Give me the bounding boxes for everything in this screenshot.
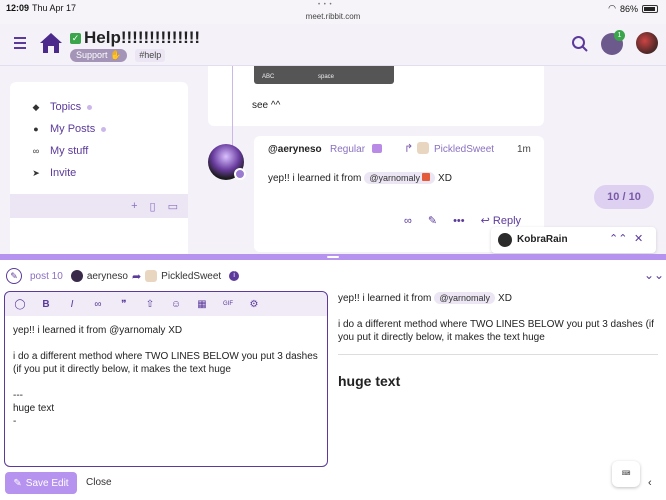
chat-avatar [498,233,512,247]
mention-link[interactable]: @yarnomaly [364,172,436,184]
pencil-icon: ✎ [13,477,22,489]
heart-flair-icon [372,144,382,153]
status-bar: 12:09 Thu Apr 17 • • • meet.ribbit.com ◠… [0,0,666,24]
expand-icon[interactable]: ⌃⌃ [609,232,627,245]
post-number[interactable]: post 10 [30,271,63,282]
reply-to-arrow-icon: ↱ [404,143,414,155]
link-icon[interactable]: ∞ [91,299,105,310]
battery-percent: 86% [619,3,638,14]
user-icon: ● [33,124,39,134]
chat-badge: 1 [614,30,625,41]
composer-context: ✎ post 10 aeryneso ➦ PickledSweet i [6,268,240,284]
user-avatar[interactable] [636,32,658,54]
sidebar-footer: + ▯ ▭ [10,194,188,218]
preview-pane: yep!! i learned it from @yarnomaly XD i … [338,292,658,389]
pencil-icon: ✎ [6,268,22,284]
reply-arrow-icon: ➦ [131,270,142,283]
chat-name: KobraRain [517,234,568,245]
post-body: yep!! i learned it from @yarnomaly XD [268,172,452,184]
reply-to-user[interactable]: PickledSweet [434,144,494,155]
preview-heading: huge text [338,373,401,389]
more-icon[interactable]: ••• [453,215,465,227]
gear-icon[interactable]: ⚙ [247,299,261,310]
topic-title-area: ✓ Help!!!!!!!!!!!!!! Support ✋ #help [70,28,200,62]
quote-icon[interactable]: ❞ [117,299,131,310]
site-header: ✓ Help!!!!!!!!!!!!!! Support ✋ #help 1 [0,24,666,66]
grip-handle[interactable] [327,256,339,258]
reply-name: PickledSweet [161,270,222,282]
post-username[interactable]: @aeryneso [268,144,322,155]
upload-icon[interactable]: ⇧ [143,299,157,310]
toggle-preview-icon[interactable]: ◯ [13,299,27,310]
keyboard-icon[interactable]: ▭ [168,200,178,213]
keyboard-toggle-button[interactable]: ⌨ [612,461,640,487]
battery-icon [642,4,658,13]
preview-mention[interactable]: @yarnomaly [434,292,496,304]
timeline-line [232,66,233,146]
editor-toolbar: ◯ B I ∞ ❞ ⇧ ☺ ▦ GIF ⚙ [5,292,327,316]
category-badge[interactable]: Support ✋ [70,49,128,62]
link-icon: ∞ [32,146,40,156]
url-bar[interactable]: meet.ribbit.com [0,12,666,21]
reply-avatar [145,270,158,282]
sidebar-item-my-posts[interactable]: ● My Posts [10,118,188,140]
composer: ✎ post 10 aeryneso ➦ PickledSweet i ⌄⌄ ◯… [0,254,666,500]
reply-button[interactable]: ↩ Reply [481,214,521,227]
wifi-icon: ◠ [608,3,616,13]
editor: ◯ B I ∞ ❞ ⇧ ☺ ▦ GIF ⚙ yep!! i learned it… [4,291,328,467]
previous-post: ABC space see ^^ [208,66,544,126]
chat-drawer-pill[interactable]: KobraRain ⌃⌃ ✕ [491,227,656,253]
send-icon: ➤ [32,167,40,178]
preview-divider [338,354,658,355]
bold-icon[interactable]: B [39,299,53,310]
author-avatar [70,270,83,282]
avatar-flair-icon [234,168,246,180]
topic-tag[interactable]: #help [135,49,166,62]
layers-icon: ◆ [32,101,40,112]
multitask-dots[interactable]: • • • [318,2,333,8]
unread-dot [87,104,93,110]
sidebar: ◆ Topics ● My Posts ∞ My stuff ➤ Invite … [10,82,188,262]
calendar-icon[interactable]: ▦ [195,299,209,310]
solved-check-icon: ✓ [70,32,81,44]
post-image[interactable]: ABC space [254,66,394,84]
save-edit-button[interactable]: ✎ Save Edit [5,472,77,494]
gift-icon [422,173,431,181]
composer-resize-bar[interactable] [0,254,666,260]
preview-paragraph: i do a different method where TWO LINES … [338,319,654,343]
info-icon[interactable]: i [229,271,240,281]
author-name: aeryneso [86,270,128,282]
sidebar-item-my-stuff[interactable]: ∞ My stuff [10,140,188,162]
close-icon[interactable]: ✕ [634,232,643,245]
sidebar-item-invite[interactable]: ➤ Invite [10,162,188,184]
emoji-icon[interactable]: ☺ [169,299,183,310]
home-icon[interactable] [38,31,64,55]
search-icon[interactable] [571,35,589,53]
chevron-icon[interactable]: ‹ [648,477,652,489]
preview-line: yep!! i learned it from @yarnomaly XD [338,292,512,304]
italic-icon[interactable]: I [65,299,79,310]
edit-pencil-icon[interactable]: ✎ [428,214,437,227]
gif-icon[interactable]: GIF [221,301,235,307]
post-actions: ∞ ✎ ••• ↩ Reply [404,214,521,228]
post-text: see ^^ [252,100,281,111]
menu-icon[interactable] [14,37,26,52]
unread-dot [101,126,107,132]
copy-link-icon[interactable]: ∞ [404,215,412,227]
phone-icon[interactable]: ▯ [150,200,156,213]
reply-to-avatar [417,142,429,154]
post-time[interactable]: 1m [517,144,531,155]
sidebar-item-topics[interactable]: ◆ Topics [10,96,188,118]
collapse-icon[interactable]: ⌄⌄ [644,268,664,282]
timeline-progress[interactable]: 10 / 10 [594,185,654,209]
close-button[interactable]: Close [86,477,112,488]
editor-textarea[interactable]: yep!! i learned it from @yarnomaly XD i … [13,324,323,428]
topic-title[interactable]: Help!!!!!!!!!!!!!! [84,28,200,48]
add-icon[interactable]: + [131,200,137,212]
status-right: ◠ 86% [608,3,658,14]
user-title: Regular [330,144,366,155]
